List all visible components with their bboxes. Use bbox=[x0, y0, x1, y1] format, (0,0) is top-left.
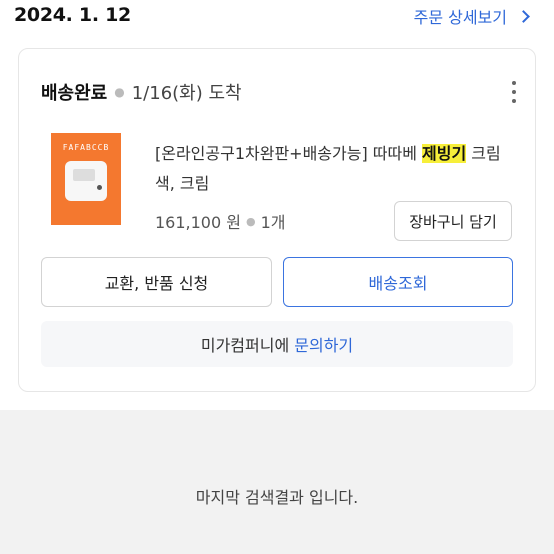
separator-dot: ● bbox=[114, 85, 125, 99]
product-title-prefix: [온라인공구1차완판+배송가능] 따따베 bbox=[155, 144, 423, 163]
separator-dot: ● bbox=[245, 214, 256, 228]
track-delivery-button[interactable]: 배송조회 bbox=[283, 257, 513, 307]
product-quantity: 1개 bbox=[260, 213, 286, 232]
delivery-status-row: 배송완료 ● 1/16(화) 도착 bbox=[41, 79, 242, 105]
seller-inquiry-box: 미가컴퍼니에 문의하기 bbox=[41, 321, 513, 367]
product-thumbnail[interactable]: FAFABCCB bbox=[51, 133, 121, 225]
add-to-cart-button[interactable]: 장바구니 담기 bbox=[394, 201, 512, 241]
order-date: 2024. 1. 12 bbox=[14, 4, 131, 26]
thumbnail-brand-text: FAFABCCB bbox=[62, 143, 110, 152]
price-row: 161,100 원 ● 1개 bbox=[155, 209, 286, 233]
ice-maker-image bbox=[65, 161, 107, 201]
exchange-return-button[interactable]: 교환, 반품 신청 bbox=[41, 257, 272, 307]
more-options-icon[interactable] bbox=[511, 81, 517, 103]
product-price: 161,100 원 bbox=[155, 213, 241, 232]
order-card: 배송완료 ● 1/16(화) 도착 FAFABCCB [온라인공구1차완판+배송… bbox=[18, 48, 536, 392]
order-detail-link[interactable]: 주문 상세보기 bbox=[413, 4, 530, 28]
arrival-date: 1/16(화) 도착 bbox=[131, 83, 242, 104]
product-title[interactable]: [온라인공구1차완판+배송가능] 따따베 제빙기 크림색, 크림 bbox=[155, 139, 515, 199]
results-footer: 마지막 검색결과 입니다. bbox=[0, 410, 554, 554]
order-detail-label: 주문 상세보기 bbox=[413, 8, 507, 27]
product-title-highlight: 제빙기 bbox=[422, 144, 467, 163]
seller-name: 미가컴퍼니에 bbox=[200, 336, 290, 355]
chevron-right-icon bbox=[517, 9, 530, 23]
inquiry-link[interactable]: 문의하기 bbox=[294, 332, 353, 356]
delivery-status: 배송완료 bbox=[41, 83, 108, 104]
end-of-results-message: 마지막 검색결과 입니다. bbox=[195, 488, 359, 507]
